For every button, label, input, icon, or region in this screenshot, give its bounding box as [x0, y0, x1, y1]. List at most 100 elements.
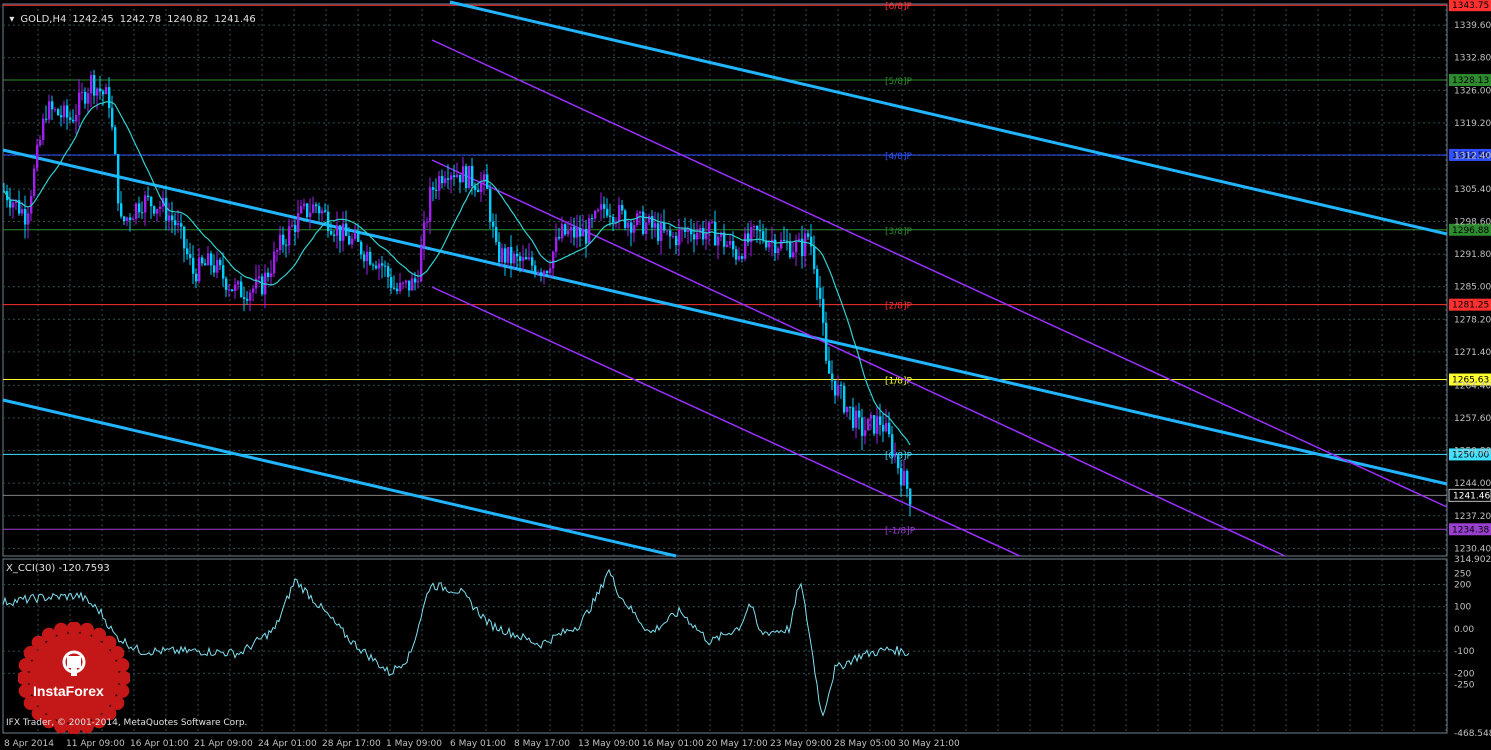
candle-body: [120, 203, 123, 217]
candle-body: [159, 206, 162, 209]
murrey-level-label: [6/8]P: [885, 2, 913, 12]
candle-body: [375, 265, 378, 269]
cci-scale-label: -468.5486: [1454, 729, 1491, 739]
candle-body: [885, 422, 888, 432]
candle-body: [348, 235, 351, 245]
candle-body: [834, 380, 837, 396]
cci-indicator: 314.9022 250 200 100 0.00 -100 -200-250 -468.54…: [2, 555, 1491, 739]
candle-body: [39, 139, 42, 146]
candle-body: [651, 216, 654, 228]
dropdown-arrow-icon[interactable]: ▾: [9, 14, 14, 25]
murrey-level-label: [3/8]P: [885, 227, 913, 237]
candle-body: [129, 217, 132, 221]
cci-line: [2, 568, 910, 717]
time-tick-label: 20 May 17:00: [706, 739, 768, 749]
candle-body: [768, 242, 771, 248]
cci-scale-label: 314.9022: [1454, 555, 1491, 565]
price-tick-label: 1298.60: [1454, 218, 1491, 228]
candle-body: [561, 224, 564, 239]
candle-body: [744, 233, 747, 259]
time-tick-label: 16 Apr 01:00: [130, 739, 189, 749]
candle-body: [429, 187, 432, 222]
candle-body: [525, 257, 528, 260]
candle-body: [846, 406, 849, 413]
price-tick-label: 1244.00: [1454, 479, 1491, 489]
candle-body: [201, 257, 204, 264]
candle-body: [384, 265, 387, 267]
candle-body: [732, 241, 735, 250]
candle-body: [867, 418, 870, 431]
cci-title: X_CCI(30) -120.7593: [6, 563, 110, 574]
candle-body: [684, 228, 687, 232]
candle-body: [324, 210, 327, 212]
candle-body: [582, 229, 585, 237]
trend-channels: [2, 0, 1448, 558]
candle-body: [444, 178, 447, 184]
candle-body: [99, 88, 102, 92]
candle-body: [870, 415, 873, 419]
candle-body: [357, 233, 360, 242]
candle-body: [126, 217, 129, 221]
channel-line-purple: [431, 159, 1286, 557]
candle-body: [366, 251, 369, 262]
candle-body: [738, 256, 741, 260]
candle-body: [222, 265, 225, 279]
candle-body: [438, 175, 441, 191]
price-tick-label: 1285.00: [1454, 283, 1491, 293]
candle-body: [654, 223, 657, 228]
candle-body: [657, 223, 660, 241]
candle-body: [540, 272, 543, 275]
price-tick-label: 1319.20: [1454, 119, 1491, 129]
candle-body: [900, 468, 903, 486]
candle-body: [183, 226, 186, 249]
candle-body: [489, 188, 492, 222]
price-tick-label: 1237.20: [1454, 512, 1491, 522]
candle-body: [60, 115, 63, 118]
candle-body: [903, 471, 906, 486]
candle-body: [282, 234, 285, 245]
candle-body: [312, 204, 315, 213]
time-tick-label: 11 Apr 09:00: [66, 739, 125, 749]
candle-body: [642, 211, 645, 235]
candle-body: [807, 233, 810, 237]
price-chart[interactable]: [6/8]P 1343.75[5/8]P 1328.13[4/8]P 1312.50[…: [0, 0, 1491, 750]
price-tick-label: 1332.80: [1454, 54, 1491, 64]
candle-body: [573, 227, 576, 238]
candle-body: [351, 238, 354, 245]
candle-body: [558, 237, 561, 239]
murrey-level-label: [4/8]P: [885, 152, 913, 162]
candle-body: [555, 237, 558, 252]
candle-body: [756, 225, 759, 231]
candle-body: [669, 230, 672, 237]
candle-body: [273, 251, 276, 274]
candle-body: [216, 259, 219, 273]
candle-body: [198, 257, 201, 282]
price-tag-text: 1343.75: [1452, 1, 1489, 11]
candle-body: [543, 270, 546, 275]
candle-body: [237, 281, 240, 285]
candle-body: [417, 281, 420, 283]
price-tick-label: 1312.40: [1454, 151, 1491, 161]
candle-body: [171, 215, 174, 221]
candle-body: [393, 287, 396, 289]
candle-body: [600, 204, 603, 210]
candle-body: [477, 189, 480, 193]
candle-body: [585, 229, 588, 244]
candle-body: [27, 213, 30, 225]
candle-body: [441, 175, 444, 184]
candle-body: [570, 227, 573, 231]
candle-body: [717, 236, 720, 246]
candle-body: [147, 195, 150, 197]
candle-body: [285, 244, 288, 246]
candle-body: [243, 297, 246, 299]
candle-body: [735, 249, 738, 260]
candle-body: [414, 278, 417, 283]
cci-scale-label: 0.00: [1454, 625, 1474, 635]
candle-body: [465, 166, 468, 189]
candle-body: [63, 105, 66, 118]
cci-pane-border: [2, 558, 1448, 734]
candle-body: [468, 165, 471, 189]
candle-body: [231, 289, 234, 291]
copyright-text: IFX Trader, © 2001-2014, MetaQuotes Soft…: [6, 718, 248, 728]
candle-body: [672, 236, 675, 238]
